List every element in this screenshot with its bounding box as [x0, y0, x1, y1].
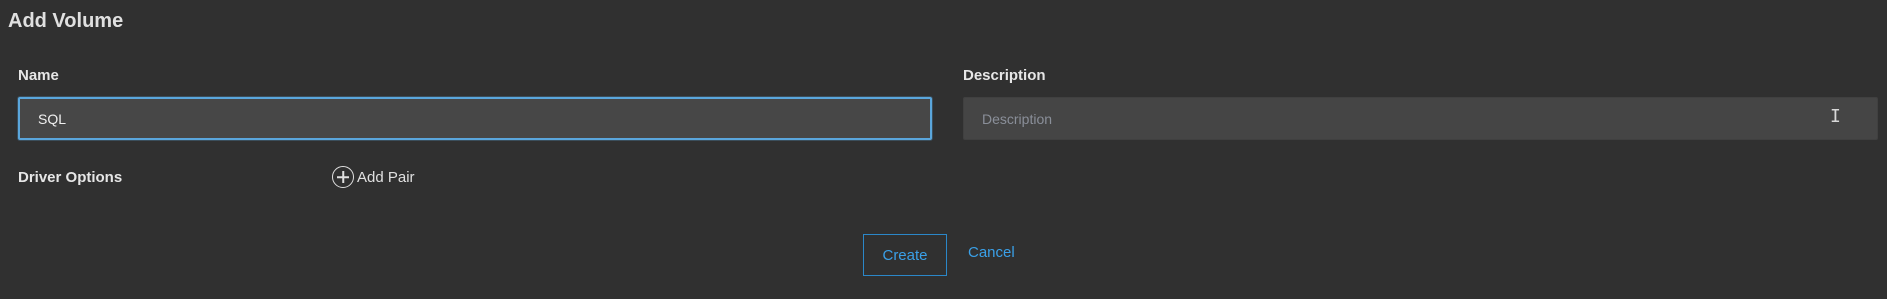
page-title: Add Volume [8, 10, 124, 32]
add-volume-dialog: Add Volume Name Description I Driver Opt… [0, 0, 1887, 299]
text-cursor-icon: I [1830, 106, 1841, 127]
driver-options-label: Driver Options [18, 169, 123, 186]
plus-circle-icon [332, 166, 354, 188]
create-button[interactable]: Create [863, 234, 947, 276]
add-pair-button[interactable]: Add Pair [332, 166, 415, 188]
name-input[interactable] [18, 97, 932, 140]
description-input[interactable] [963, 97, 1878, 140]
cancel-button[interactable]: Cancel [968, 244, 1015, 261]
name-label: Name [18, 67, 59, 84]
add-pair-label: Add Pair [357, 168, 415, 186]
description-label: Description [963, 67, 1046, 84]
